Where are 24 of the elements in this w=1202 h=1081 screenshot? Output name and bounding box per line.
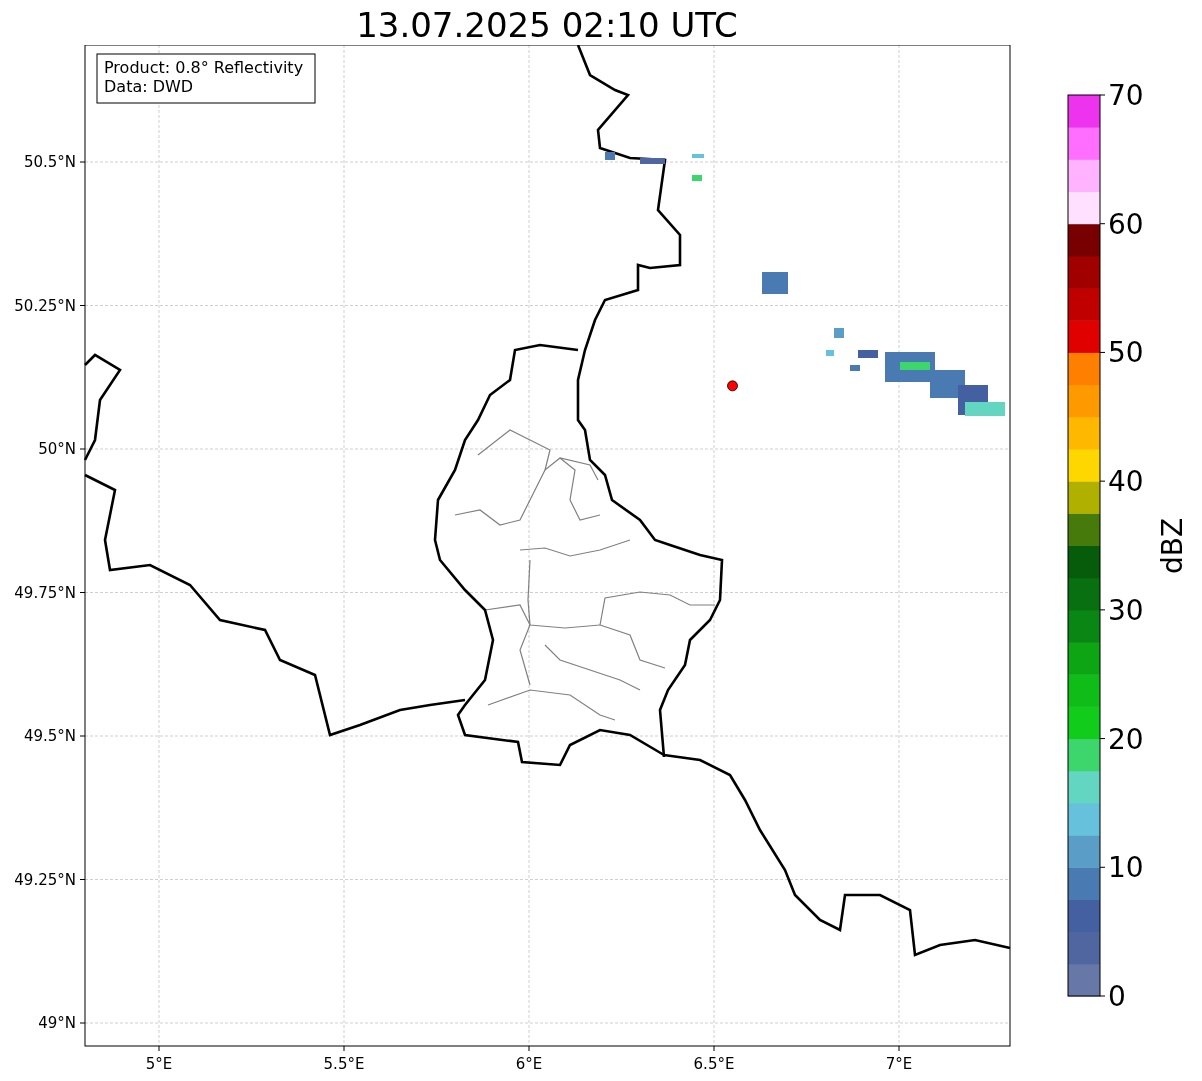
axis-tick-label: 50.5°N (23, 153, 76, 171)
axis-tick-label: 49.75°N (14, 583, 76, 602)
colorbar-tick-label: 30 (1108, 593, 1144, 627)
info-text: Data: DWD (104, 77, 194, 96)
axis-tick-label: 5°E (145, 1055, 173, 1073)
colorbar-label: dBZ (1156, 517, 1189, 575)
colorbar-tick-label: 0 (1108, 980, 1126, 1013)
axis-tick-label: 7°E (885, 1055, 913, 1073)
colorbar-tick-label: 10 (1108, 851, 1144, 885)
chart-title: 13.07.2025 02:10 UTC (355, 4, 739, 45)
info-text: Product: 0.8° Reflectivity (104, 58, 304, 77)
colorbar-tick-label: 70 (1108, 79, 1144, 112)
axis-tick-label: 49°N (38, 1014, 76, 1032)
colorbar-tick-label: 40 (1108, 465, 1144, 499)
axis-tick-label: 6.5°E (693, 1055, 735, 1073)
axis-tick-label: 49.25°N (14, 870, 76, 889)
axis-tick-label: 50.25°N (14, 296, 76, 315)
colorbar-tick-label: 60 (1108, 207, 1144, 241)
axis-tick-label: 49.5°N (23, 727, 76, 745)
colorbar-tick-label: 20 (1108, 722, 1144, 756)
axis-tick-label: 6°E (515, 1055, 543, 1073)
colorbar-tick-label: 50 (1108, 336, 1144, 370)
axis-tick-label: 5.5°E (323, 1055, 365, 1073)
axis-tick-label: 50°N (38, 440, 76, 458)
